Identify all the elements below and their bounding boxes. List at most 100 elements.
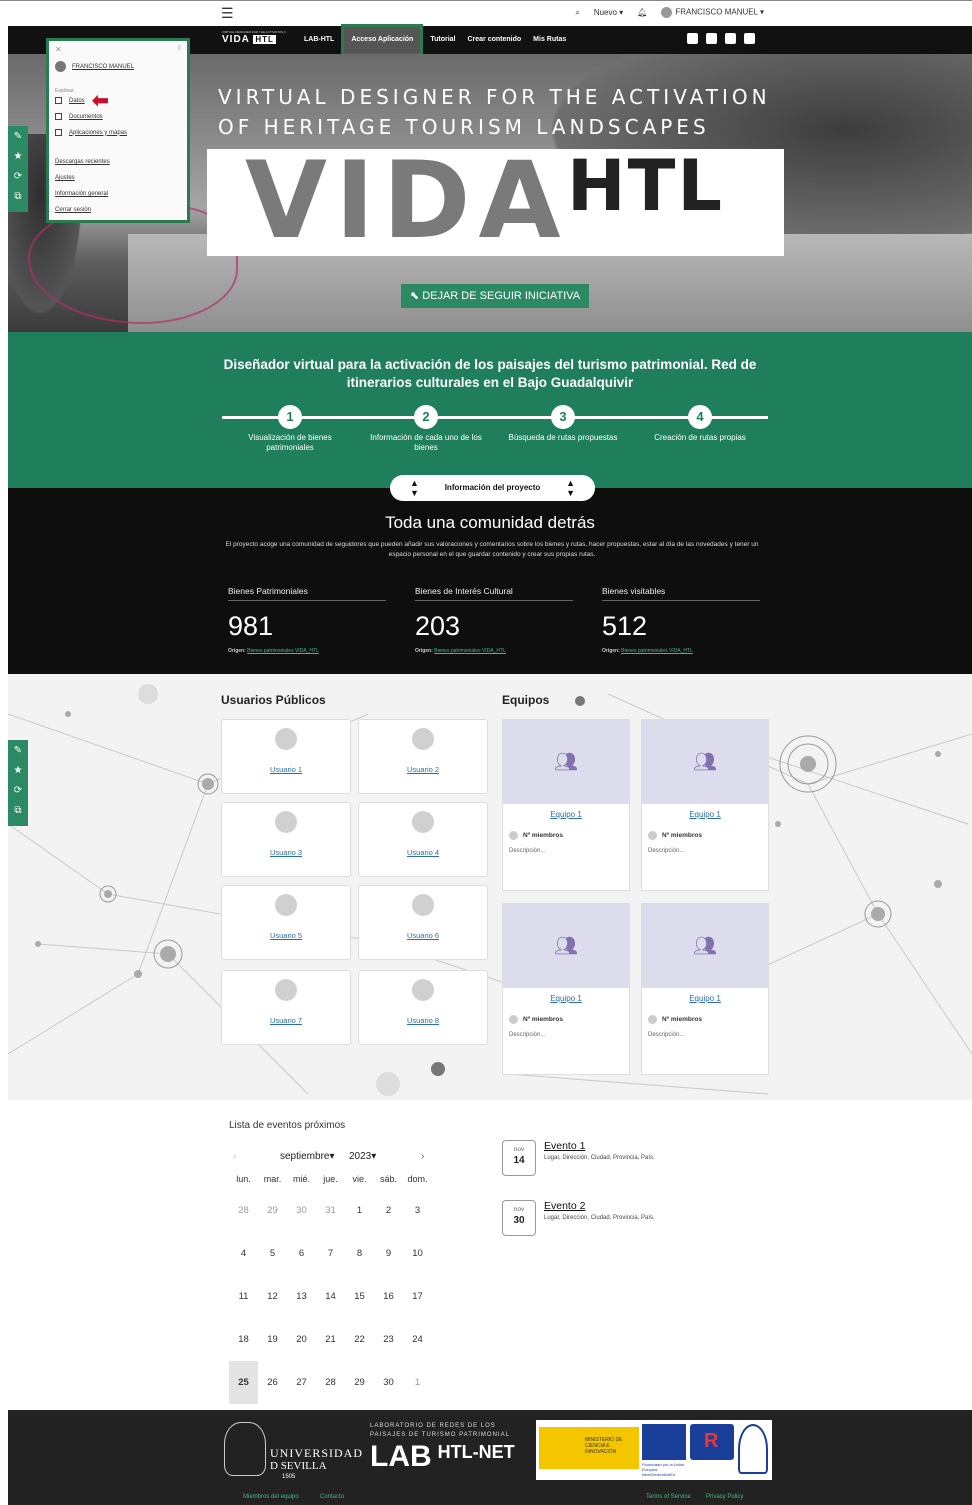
- menu-link-informacion[interactable]: Información general: [55, 191, 108, 197]
- footer-link-terms[interactable]: Terms of Service: [646, 1494, 691, 1500]
- calendar-day[interactable]: 17: [403, 1275, 432, 1318]
- twitter-icon[interactable]: [725, 33, 736, 44]
- calendar-day[interactable]: 8: [345, 1232, 374, 1275]
- menu-link-descargas[interactable]: Descargas recientes: [55, 159, 110, 165]
- instagram-icon[interactable]: [706, 33, 717, 44]
- share-icon[interactable]: ⧉: [14, 191, 21, 203]
- calendar-day[interactable]: 4: [229, 1232, 258, 1275]
- star-icon[interactable]: ★: [14, 151, 23, 163]
- menu-user[interactable]: FRANCISCO MANUEL: [55, 61, 134, 72]
- team-name[interactable]: Equipo 1: [642, 994, 768, 1003]
- team-name[interactable]: Equipo 1: [503, 810, 629, 819]
- calendar-day[interactable]: 30: [374, 1361, 403, 1404]
- month-select[interactable]: septiembre▾: [280, 1151, 335, 1162]
- footer-link-members[interactable]: Miembros del equipo: [243, 1494, 299, 1500]
- origin-link[interactable]: Bienes patrimoniales VIDA_HTL: [247, 648, 319, 654]
- calendar-day[interactable]: 20: [287, 1318, 316, 1361]
- search-icon[interactable]: ⌕: [575, 8, 579, 18]
- origin-link[interactable]: Bienes patrimoniales VIDA_HTL: [434, 648, 506, 654]
- calendar-day[interactable]: 28: [229, 1189, 258, 1232]
- menu-link-ajustes[interactable]: Ajustes: [55, 175, 75, 181]
- team-card[interactable]: 👥︎ Equipo 1 Nº miembros Descripción...: [502, 903, 630, 1075]
- user-card[interactable]: Usuario 6: [358, 885, 488, 960]
- calendar-day[interactable]: 11: [229, 1275, 258, 1318]
- menu-link-cerrar-sesion[interactable]: Cerrar sesión: [55, 207, 91, 213]
- user-card[interactable]: Usuario 3: [221, 802, 351, 877]
- university-logo[interactable]: UNIVERSIDAD D SEVILLA 1505: [224, 1422, 362, 1480]
- user-card[interactable]: Usuario 5: [221, 885, 351, 960]
- team-card[interactable]: 👥︎ Equipo 1 Nº miembros Descripción...: [502, 719, 630, 891]
- calendar-day[interactable]: 30: [287, 1189, 316, 1232]
- calendar-day[interactable]: 12: [258, 1275, 287, 1318]
- refresh-icon[interactable]: ⟳: [14, 171, 22, 183]
- calendar-day[interactable]: 29: [258, 1189, 287, 1232]
- facebook-icon[interactable]: [744, 33, 755, 44]
- user-card[interactable]: Usuario 7: [221, 970, 351, 1045]
- close-icon[interactable]: ✕: [55, 45, 62, 54]
- nav-link-crear-contenido[interactable]: Crear contenido: [461, 26, 527, 54]
- hamburger-icon[interactable]: ☰: [221, 5, 234, 22]
- calendar-day[interactable]: 24: [403, 1318, 432, 1361]
- youtube-icon[interactable]: [687, 33, 698, 44]
- bell-icon[interactable]: 🔔︎: [637, 8, 647, 17]
- calendar-day[interactable]: 14: [316, 1275, 345, 1318]
- calendar-day[interactable]: 7: [316, 1232, 345, 1275]
- menu-item-documentos[interactable]: Documentos: [55, 113, 103, 120]
- origin-link[interactable]: Bienes patrimoniales VIDA_HTL: [621, 648, 693, 654]
- nav-link-lab-htl[interactable]: LAB-HTL: [298, 26, 340, 54]
- user-name[interactable]: Usuario 2: [359, 765, 487, 774]
- refresh-icon[interactable]: ⟳: [14, 785, 22, 797]
- user-menu[interactable]: FRANCISCO MANUEL ▾: [661, 7, 764, 18]
- calendar-day[interactable]: 16: [374, 1275, 403, 1318]
- prev-month-button[interactable]: ‹: [233, 1151, 236, 1162]
- menu-item-aplicaciones[interactable]: Aplicaciones y mapas: [55, 129, 127, 136]
- calendar-day[interactable]: 15: [345, 1275, 374, 1318]
- calendar-day[interactable]: 19: [258, 1318, 287, 1361]
- team-name[interactable]: Equipo 1: [642, 810, 768, 819]
- calendar-day[interactable]: 31: [316, 1189, 345, 1232]
- user-name[interactable]: Usuario 4: [359, 848, 487, 857]
- calendar-day[interactable]: 2: [374, 1189, 403, 1232]
- user-card[interactable]: Usuario 2: [358, 719, 488, 794]
- next-month-button[interactable]: ›: [421, 1151, 424, 1162]
- menu-item-datos[interactable]: Datos: [55, 97, 85, 104]
- event-title[interactable]: Evento 2: [544, 1200, 655, 1212]
- user-name[interactable]: Usuario 3: [222, 848, 350, 857]
- user-name[interactable]: Usuario 1: [222, 765, 350, 774]
- user-name[interactable]: Usuario 5: [222, 931, 350, 940]
- user-card[interactable]: Usuario 8: [358, 970, 488, 1045]
- project-info-button[interactable]: ▲ ▼ Información del proyecto ▲ ▼: [390, 475, 595, 501]
- footer-link-contact[interactable]: Contacto: [320, 1494, 344, 1500]
- user-card[interactable]: Usuario 4: [358, 802, 488, 877]
- new-dropdown[interactable]: Nuevo ▾: [594, 8, 623, 17]
- user-card[interactable]: Usuario 1: [221, 719, 351, 794]
- footer-link-privacy[interactable]: Privacy Policy: [706, 1494, 743, 1500]
- user-name[interactable]: Usuario 8: [359, 1016, 487, 1025]
- pencil-icon[interactable]: ✎: [14, 131, 22, 143]
- nav-link-tutorial[interactable]: Tutorial: [424, 26, 461, 54]
- share-icon[interactable]: ⧉: [14, 805, 21, 817]
- calendar-day[interactable]: 1: [403, 1361, 432, 1404]
- lab-logo[interactable]: LABORATORIO DE REDES DE LOS PAISAJES DE …: [370, 1422, 530, 1474]
- calendar-day[interactable]: 28: [316, 1361, 345, 1404]
- year-select[interactable]: 2023▾: [349, 1151, 376, 1162]
- star-icon[interactable]: ★: [14, 765, 23, 777]
- pencil-icon[interactable]: ✎: [14, 745, 22, 757]
- user-name[interactable]: Usuario 6: [359, 931, 487, 940]
- team-card[interactable]: 👥︎ Equipo 1 Nº miembros Descripción...: [641, 903, 769, 1075]
- calendar-day[interactable]: 13: [287, 1275, 316, 1318]
- calendar-day[interactable]: 10: [403, 1232, 432, 1275]
- user-name[interactable]: Usuario 7: [222, 1016, 350, 1025]
- team-card[interactable]: 👥︎ Equipo 1 Nº miembros Descripción...: [641, 719, 769, 891]
- unfollow-button[interactable]: ⬉ DEJAR DE SEGUIR INICIATIVA: [401, 284, 589, 308]
- calendar-day[interactable]: 26: [258, 1361, 287, 1404]
- calendar-day[interactable]: 23: [374, 1318, 403, 1361]
- calendar-day[interactable]: 6: [287, 1232, 316, 1275]
- calendar-day[interactable]: 29: [345, 1361, 374, 1404]
- calendar-day[interactable]: 25: [229, 1361, 258, 1404]
- calendar-day[interactable]: 1: [345, 1189, 374, 1232]
- calendar-day[interactable]: 18: [229, 1318, 258, 1361]
- site-logo[interactable]: VIRTUAL DESIGNER FOR THE ACTIVATION OF H…: [222, 31, 286, 48]
- event-title[interactable]: Evento 1: [544, 1140, 655, 1152]
- nav-link-acceso-aplicacion[interactable]: Acceso Aplicación: [341, 24, 424, 56]
